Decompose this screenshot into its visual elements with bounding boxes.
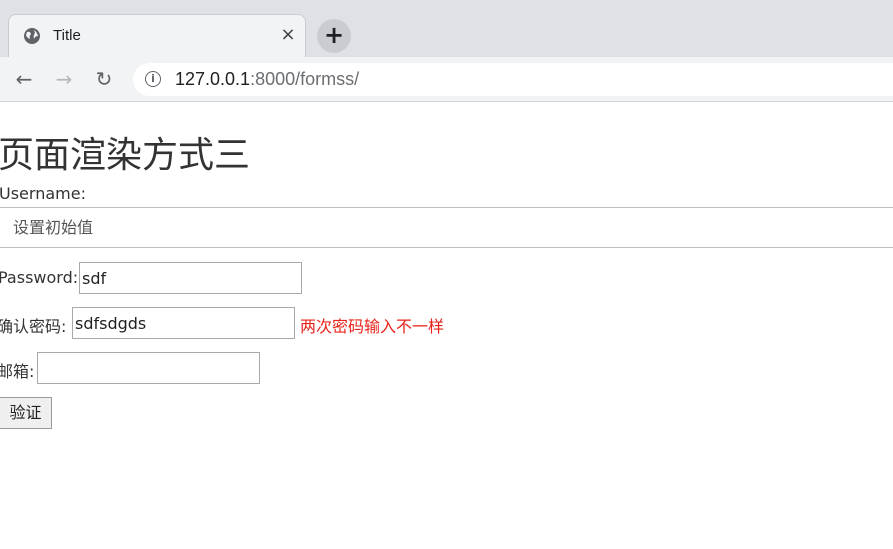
browser-toolbar: ← → ↻ i 127.0.0.1:8000/formss/ xyxy=(0,57,893,102)
close-icon[interactable]: × xyxy=(277,23,299,47)
page-title: 页面渲染方式三 xyxy=(0,135,251,176)
confirm-password-label: 确认密码: xyxy=(0,317,67,336)
username-input[interactable] xyxy=(0,207,893,248)
confirm-password-field[interactable] xyxy=(72,307,295,339)
email-label: 邮箱: xyxy=(0,362,35,381)
url-host: 127.0.0.1 xyxy=(175,69,251,89)
password-field[interactable] xyxy=(79,262,302,294)
back-arrow-icon[interactable]: ← xyxy=(11,66,37,92)
info-icon[interactable]: i xyxy=(145,71,161,87)
url-path: :8000/formss/ xyxy=(250,69,360,89)
password-label: Password: xyxy=(0,268,79,287)
new-tab-button[interactable]: + xyxy=(317,19,351,53)
forward-arrow-icon[interactable]: → xyxy=(51,66,77,92)
username-label: Username: xyxy=(0,184,86,203)
password-mismatch-error: 两次密码输入不一样 xyxy=(300,317,445,336)
email-field[interactable] xyxy=(37,352,260,384)
browser-tab[interactable]: Title × xyxy=(8,14,306,57)
address-bar[interactable]: i 127.0.0.1:8000/formss/ xyxy=(133,63,893,96)
submit-button[interactable]: 验证 xyxy=(0,397,52,429)
tab-title: Title xyxy=(53,27,81,44)
tab-strip: Title × + xyxy=(0,0,893,57)
globe-icon xyxy=(23,27,41,45)
reload-icon[interactable]: ↻ xyxy=(91,66,117,92)
url-text[interactable]: 127.0.0.1:8000/formss/ xyxy=(175,69,359,90)
